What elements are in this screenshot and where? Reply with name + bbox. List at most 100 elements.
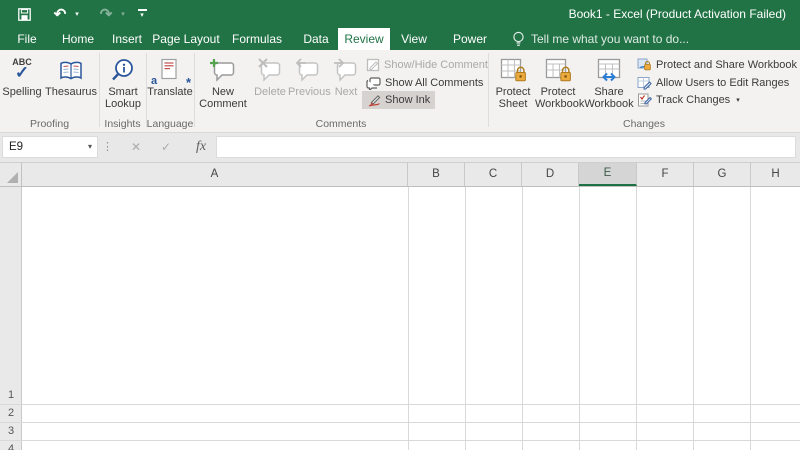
- column-headers: A B C D E F G H: [0, 163, 800, 187]
- protect-and-share-workbook-label: Protect and Share Workbook: [656, 59, 798, 71]
- column-header-d[interactable]: D: [522, 163, 579, 186]
- show-hide-comment-label: Show/Hide Comment: [384, 59, 488, 71]
- undo-dropdown[interactable]: ▾: [72, 0, 82, 28]
- share-workbook-icon: [583, 54, 635, 86]
- select-all-triangle-icon: [7, 172, 18, 183]
- thesaurus-button[interactable]: Thesaurus: [43, 54, 99, 98]
- allow-users-to-edit-ranges-button[interactable]: Allow Users to Edit Ranges: [637, 74, 789, 92]
- translate-button[interactable]: a * Translate: [147, 54, 193, 98]
- redo-icon: ↷: [99, 5, 113, 23]
- save-icon: [17, 7, 31, 21]
- group-label-insights: Insights: [104, 118, 141, 130]
- group-label-changes: Changes: [622, 118, 666, 130]
- customize-qat-button[interactable]: ▾: [134, 0, 150, 28]
- redo-dropdown: ▾: [118, 0, 128, 28]
- delete-comment-button: Delete: [252, 54, 288, 98]
- tab-review[interactable]: Review: [338, 28, 390, 50]
- tell-me-box[interactable]: Tell me what you want to do...: [512, 28, 689, 50]
- formula-input[interactable]: [216, 136, 796, 158]
- row-header-2[interactable]: 2: [0, 406, 22, 420]
- previous-comment-icon: [288, 54, 328, 86]
- chevron-down-icon: ▾: [140, 12, 144, 19]
- group-label-comments: Comments: [315, 118, 367, 130]
- delete-comment-icon: [252, 54, 288, 86]
- enter-icon: ✓: [160, 140, 172, 154]
- share-workbook-button[interactable]: Share Workbook: [583, 54, 635, 110]
- next-comment-button: Next: [330, 54, 362, 98]
- ribbon: ABC ✓ Spelling Thesaurus Smart Lookup a …: [0, 50, 800, 133]
- column-header-e-selected[interactable]: E: [579, 163, 637, 186]
- show-all-comments-label: Show All Comments: [385, 77, 484, 89]
- column-header-h[interactable]: H: [751, 163, 800, 186]
- check-icon: ✓: [14, 63, 30, 82]
- magnifier-icon: [101, 54, 145, 86]
- customize-qat-icon: [137, 9, 147, 11]
- previous-comment-label: Previous: [288, 86, 331, 98]
- column-header-b[interactable]: B: [408, 163, 465, 186]
- group-separator: [488, 53, 489, 127]
- tab-data[interactable]: Data: [294, 28, 338, 50]
- show-hide-comment-icon: [366, 58, 380, 72]
- show-all-comments-icon: [366, 76, 381, 90]
- tab-power-pivot[interactable]: Power Pivot: [438, 28, 502, 68]
- translate-star-glyph: *: [185, 75, 191, 90]
- track-changes-icon: [637, 93, 652, 107]
- spelling-button[interactable]: ABC ✓ Spelling: [2, 54, 42, 99]
- row-header-4[interactable]: 4: [0, 442, 22, 450]
- group-separator: [194, 53, 195, 127]
- tab-insert[interactable]: Insert: [104, 28, 150, 50]
- chevron-down-icon: ▾: [75, 10, 79, 18]
- chevron-down-icon: ▾: [736, 97, 740, 104]
- formula-bar: E9 ▾ ⋮ ✕ ✓ fx: [0, 133, 800, 163]
- previous-comment-button: Previous: [288, 54, 331, 98]
- tab-page-layout[interactable]: Page Layout: [150, 28, 222, 50]
- save-button[interactable]: [14, 0, 34, 28]
- protect-workbook-button[interactable]: Protect Workbook: [535, 54, 585, 110]
- window-title: Book1 - Excel (Product Activation Failed…: [568, 7, 786, 21]
- protect-workbook-label: Protect Workbook: [535, 86, 585, 110]
- insert-function-icon[interactable]: fx: [188, 136, 214, 158]
- new-comment-icon: [198, 54, 248, 86]
- tab-formulas[interactable]: Formulas: [226, 28, 288, 50]
- redo-button: ↷: [96, 0, 116, 28]
- tab-file[interactable]: File: [8, 28, 46, 50]
- row-header-3[interactable]: 3: [0, 424, 22, 438]
- tab-home[interactable]: Home: [55, 28, 101, 50]
- gridlines-horizontal: [0, 404, 800, 441]
- thesaurus-label: Thesaurus: [45, 86, 97, 98]
- row-header-1[interactable]: 1: [0, 388, 22, 402]
- show-ink-label: Show Ink: [385, 94, 431, 106]
- worksheet-grid[interactable]: 1 2 3 4 Nhà: [0, 187, 800, 450]
- group-label-proofing: Proofing: [29, 118, 70, 130]
- new-comment-button[interactable]: New Comment: [198, 54, 248, 110]
- select-all-button[interactable]: [0, 163, 22, 186]
- column-header-a[interactable]: A: [22, 163, 408, 186]
- protect-sheet-button[interactable]: Protect Sheet: [491, 54, 535, 110]
- show-ink-button[interactable]: Show Ink: [362, 91, 436, 109]
- cell-a1-text[interactable]: Nhà: [153, 442, 280, 450]
- group-separator: [99, 53, 100, 127]
- excel-window: ↶ ▾ ↷ ▾ ▾ Book1 - Excel (Product Activat…: [0, 0, 800, 450]
- allow-users-to-edit-ranges-icon: [637, 76, 652, 90]
- protect-and-share-workbook-icon: [637, 58, 652, 72]
- column-header-f[interactable]: F: [637, 163, 694, 186]
- spelling-label: Spelling: [2, 86, 42, 98]
- track-changes-button[interactable]: Track Changes ▾: [637, 91, 740, 109]
- spelling-icon: ABC ✓: [2, 54, 42, 86]
- column-header-g[interactable]: G: [694, 163, 751, 186]
- name-box-value: E9: [9, 141, 24, 153]
- protect-and-share-workbook-button[interactable]: Protect and Share Workbook: [637, 56, 797, 74]
- smart-lookup-button[interactable]: Smart Lookup: [101, 54, 145, 110]
- protect-sheet-label: Protect Sheet: [495, 86, 531, 110]
- undo-icon: ↶: [53, 5, 67, 23]
- undo-button[interactable]: ↶: [50, 0, 70, 28]
- translate-a-glyph: a: [151, 75, 158, 87]
- show-all-comments-button[interactable]: Show All Comments: [366, 74, 483, 92]
- cancel-icon: ✕: [130, 140, 142, 154]
- column-header-c[interactable]: C: [465, 163, 522, 186]
- formula-bar-handle[interactable]: ⋮: [102, 136, 113, 158]
- next-comment-icon: [330, 54, 362, 86]
- tab-view[interactable]: View: [394, 28, 434, 50]
- name-box[interactable]: E9 ▾: [2, 136, 98, 158]
- chevron-down-icon[interactable]: ▾: [88, 137, 92, 157]
